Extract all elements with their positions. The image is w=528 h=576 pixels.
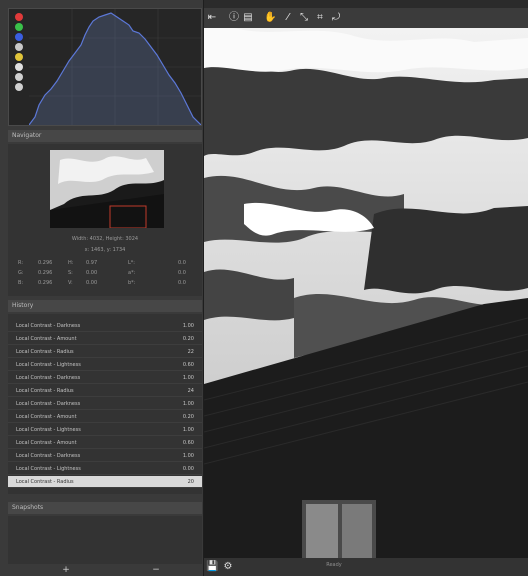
pixel-value-cell: 0.97 bbox=[86, 260, 98, 266]
image-toolbar: ⇤ ⓘ ▤ ✋ ⁄ ⤡ ⌗ ⤾ bbox=[204, 8, 528, 28]
history-item-label: Local Contrast - Amount bbox=[16, 440, 77, 446]
history-item-value: 0.60 bbox=[182, 362, 194, 368]
crop-icon[interactable]: ⌗ bbox=[314, 12, 326, 24]
pixel-value-cell: 0.00 bbox=[86, 270, 98, 276]
snapshots-toolbar: + − bbox=[8, 564, 202, 576]
pixel-value-cell: a*: bbox=[128, 270, 136, 276]
remove-snapshot-button[interactable]: − bbox=[146, 564, 166, 576]
history-item-value: 24 bbox=[187, 388, 194, 394]
pixel-value-row: R: 0.296 H: 0.97 L*: 0.0 bbox=[18, 260, 194, 268]
pixel-value-cell: 0.0 bbox=[178, 270, 186, 276]
histogram-panel bbox=[8, 8, 202, 126]
history-header[interactable]: History bbox=[8, 300, 202, 312]
history-item[interactable]: Local Contrast - Amount 0.20 bbox=[8, 411, 202, 423]
pixel-value-cell: V: bbox=[68, 280, 73, 286]
pixel-value-cell: R: bbox=[18, 260, 24, 266]
history-item-value: 1.00 bbox=[182, 401, 194, 407]
pixel-value-cell: S: bbox=[68, 270, 73, 276]
snapshots-header[interactable]: Snapshots bbox=[8, 502, 202, 514]
history-item[interactable]: Local Contrast - Radius 24 bbox=[8, 385, 202, 397]
pixel-value-cell: b*: bbox=[128, 280, 136, 286]
navigator-header[interactable]: Navigator bbox=[8, 130, 202, 142]
queue-icon[interactable]: ⚙ bbox=[222, 561, 234, 573]
red-channel-button[interactable] bbox=[15, 13, 23, 21]
history-item-label: Local Contrast - Amount bbox=[16, 414, 77, 420]
history-item[interactable]: Local Contrast - Darkness 1.00 bbox=[8, 398, 202, 410]
pixel-value-cell: G: bbox=[18, 270, 24, 276]
history-item-value: 0.60 bbox=[182, 440, 194, 446]
bar-toggle-button[interactable] bbox=[15, 73, 23, 81]
history-item-label: Local Contrast - Darkness bbox=[16, 375, 81, 381]
pixel-value-cell: 0.0 bbox=[178, 260, 186, 266]
history-item-label: Local Contrast - Radius bbox=[16, 479, 74, 485]
cursor-coordinates: x: 1463, y: 1734 bbox=[84, 247, 126, 253]
rotate-icon[interactable]: ⤾ bbox=[330, 12, 342, 24]
history-item-value: 1.00 bbox=[182, 323, 194, 329]
history-item-label: Local Contrast - Lightness bbox=[16, 466, 81, 472]
history-item[interactable]: Local Contrast - Darkness 1.00 bbox=[8, 372, 202, 384]
snapshots-list bbox=[8, 516, 202, 564]
mode-toggle-button[interactable] bbox=[15, 83, 23, 91]
before-after-icon[interactable]: ▤ bbox=[242, 12, 254, 24]
history-item-value: 0.20 bbox=[182, 336, 194, 342]
chroma-channel-button[interactable] bbox=[15, 53, 23, 61]
straighten-icon[interactable]: ⤡ bbox=[298, 12, 310, 24]
blue-channel-button[interactable] bbox=[15, 33, 23, 41]
pixel-value-cell: L*: bbox=[128, 260, 135, 266]
add-snapshot-button[interactable]: + bbox=[56, 564, 76, 576]
history-item-label: Local Contrast - Amount bbox=[16, 336, 77, 342]
raw-channel-button[interactable] bbox=[15, 63, 23, 71]
green-channel-button[interactable] bbox=[15, 23, 23, 31]
history-item-value: 1.00 bbox=[182, 453, 194, 459]
history-item[interactable]: Local Contrast - Amount 0.60 bbox=[8, 437, 202, 449]
history-item[interactable]: Local Contrast - Radius 22 bbox=[8, 346, 202, 358]
histogram-graph bbox=[29, 9, 201, 125]
history-item[interactable]: Local Contrast - Amount 0.20 bbox=[8, 333, 202, 345]
pan-icon[interactable]: ✋ bbox=[264, 12, 276, 24]
pixel-value-cell: 0.296 bbox=[38, 260, 53, 266]
history-item[interactable]: Local Contrast - Darkness 1.00 bbox=[8, 450, 202, 462]
pixel-value-cell: 0.296 bbox=[38, 270, 53, 276]
navigator-panel: Width: 4032, Height: 3024 x: 1463, y: 17… bbox=[8, 144, 202, 296]
pixel-value-cell: 0.0 bbox=[178, 280, 186, 286]
history-item-label: Local Contrast - Radius bbox=[16, 349, 74, 355]
history-item-value: 1.00 bbox=[182, 375, 194, 381]
history-item-value: 20 bbox=[187, 479, 194, 485]
status-text: Ready bbox=[326, 562, 342, 568]
pixel-value-cell: B: bbox=[18, 280, 24, 286]
image-dimensions: Width: 4032, Height: 3024 bbox=[71, 236, 139, 242]
history-item-value: 22 bbox=[187, 349, 194, 355]
color-picker-icon[interactable]: ⁄ bbox=[282, 12, 294, 24]
hand-tool-icon[interactable]: ⇤ bbox=[206, 12, 218, 24]
history-item-label: Local Contrast - Darkness bbox=[16, 323, 81, 329]
save-icon[interactable]: 💾 bbox=[206, 561, 218, 573]
pixel-value-row: G: 0.296 S: 0.00 a*: 0.0 bbox=[18, 270, 194, 278]
history-item-label: Local Contrast - Lightness bbox=[16, 362, 81, 368]
history-item-label: Local Contrast - Darkness bbox=[16, 401, 81, 407]
history-item-label: Local Contrast - Lightness bbox=[16, 427, 81, 433]
luminance-channel-button[interactable] bbox=[15, 43, 23, 51]
left-panel: Navigator Width: 4032, Height: 3024 x: 1… bbox=[0, 0, 204, 576]
history-item[interactable]: Local Contrast - Darkness 1.00 bbox=[8, 320, 202, 332]
history-item[interactable]: Local Contrast - Radius 20 bbox=[8, 476, 202, 488]
history-item-value: 1.00 bbox=[182, 427, 194, 433]
history-item-value: 0.00 bbox=[182, 466, 194, 472]
pixel-value-cell: 0.00 bbox=[86, 280, 98, 286]
pixel-value-cell: H: bbox=[68, 260, 74, 266]
history-item[interactable]: Local Contrast - Lightness 0.60 bbox=[8, 359, 202, 371]
navigator-thumbnail[interactable] bbox=[50, 150, 164, 228]
pixel-value-cell: 0.296 bbox=[38, 280, 53, 286]
history-list: Local Contrast - Darkness 1.00 Local Contr… bbox=[8, 314, 202, 494]
pixel-value-row: B: 0.296 V: 0.00 b*: 0.0 bbox=[18, 280, 194, 288]
history-item-value: 0.20 bbox=[182, 414, 194, 420]
history-item[interactable]: Local Contrast - Lightness 0.00 bbox=[8, 463, 202, 475]
histogram-channel-buttons bbox=[11, 11, 29, 123]
history-item-label: Local Contrast - Radius bbox=[16, 388, 74, 394]
image-preview[interactable] bbox=[204, 28, 528, 558]
history-item-label: Local Contrast - Darkness bbox=[16, 453, 81, 459]
history-item[interactable]: Local Contrast - Lightness 1.00 bbox=[8, 424, 202, 436]
info-icon[interactable]: ⓘ bbox=[228, 12, 240, 24]
status-bar: 💾 ⚙ Ready bbox=[204, 558, 528, 576]
